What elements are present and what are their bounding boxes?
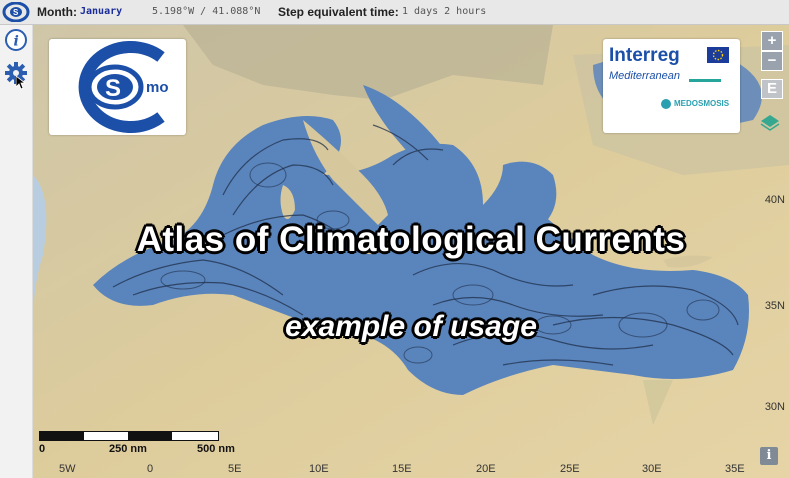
scale-zero-label: 0 bbox=[39, 443, 46, 455]
lon-label: 5W bbox=[59, 463, 76, 475]
lat-label: 40N bbox=[764, 194, 785, 206]
svg-text:S: S bbox=[13, 8, 19, 17]
step-time-label: Step equivalent time: bbox=[278, 5, 399, 19]
eu-flag-icon bbox=[707, 47, 729, 63]
left-sidebar: i bbox=[0, 25, 32, 478]
medosmosis-icon bbox=[661, 99, 671, 109]
step-time-value: 1 days 2 hours bbox=[402, 6, 487, 17]
lon-label: 15E bbox=[392, 463, 412, 475]
lon-label: 0 bbox=[147, 463, 154, 475]
mouse-cursor-icon bbox=[15, 75, 27, 94]
lon-label: 35E bbox=[725, 463, 745, 475]
lon-label: 30E bbox=[642, 463, 662, 475]
month-value[interactable]: January bbox=[80, 6, 122, 17]
scale-mid-label: 250 nm bbox=[109, 443, 147, 455]
lon-label: 10E bbox=[309, 463, 329, 475]
overlay-title: Atlas of Climatological Currents bbox=[136, 220, 686, 259]
lon-label: 25E bbox=[560, 463, 580, 475]
map-info-button[interactable]: i bbox=[760, 447, 778, 465]
app-logo-icon[interactable]: S bbox=[2, 1, 32, 23]
layer-switch-button[interactable]: E bbox=[761, 79, 783, 99]
info-icon[interactable]: i bbox=[4, 28, 28, 52]
interreg-text: Interreg bbox=[609, 45, 680, 66]
zoom-out-button[interactable]: − bbox=[761, 51, 783, 71]
mediterranean-text: Mediterranean bbox=[609, 70, 680, 82]
lat-label: 30N bbox=[764, 401, 785, 413]
overlay-subtitle: example of usage bbox=[285, 310, 537, 343]
layers-icon[interactable] bbox=[759, 113, 781, 131]
top-bar: S Month: January 5.198°W / 41.088°N Step… bbox=[0, 0, 789, 25]
interreg-logo: Interreg Mediterranean MEDOSMOSIS bbox=[603, 39, 740, 133]
zoom-in-button[interactable]: + bbox=[761, 31, 783, 51]
lon-label: 20E bbox=[476, 463, 496, 475]
scale-end-label: 500 nm bbox=[197, 443, 235, 455]
scale-bar bbox=[39, 431, 219, 441]
map-view[interactable]: Atlas of Climatological Currents example… bbox=[33, 25, 789, 478]
month-label: Month: bbox=[37, 5, 77, 19]
cursor-coordinates: 5.198°W / 41.088°N bbox=[152, 6, 261, 17]
wave-icon bbox=[689, 79, 721, 82]
lat-label: 35N bbox=[764, 300, 785, 312]
csmo-logo: S mo bbox=[49, 39, 186, 135]
csmo-letter: S bbox=[105, 75, 121, 102]
svg-text:i: i bbox=[14, 34, 19, 50]
lon-label: 5E bbox=[228, 463, 242, 475]
csmo-text: mo bbox=[146, 79, 169, 96]
medosmosis-text: MEDOSMOSIS bbox=[674, 99, 730, 108]
